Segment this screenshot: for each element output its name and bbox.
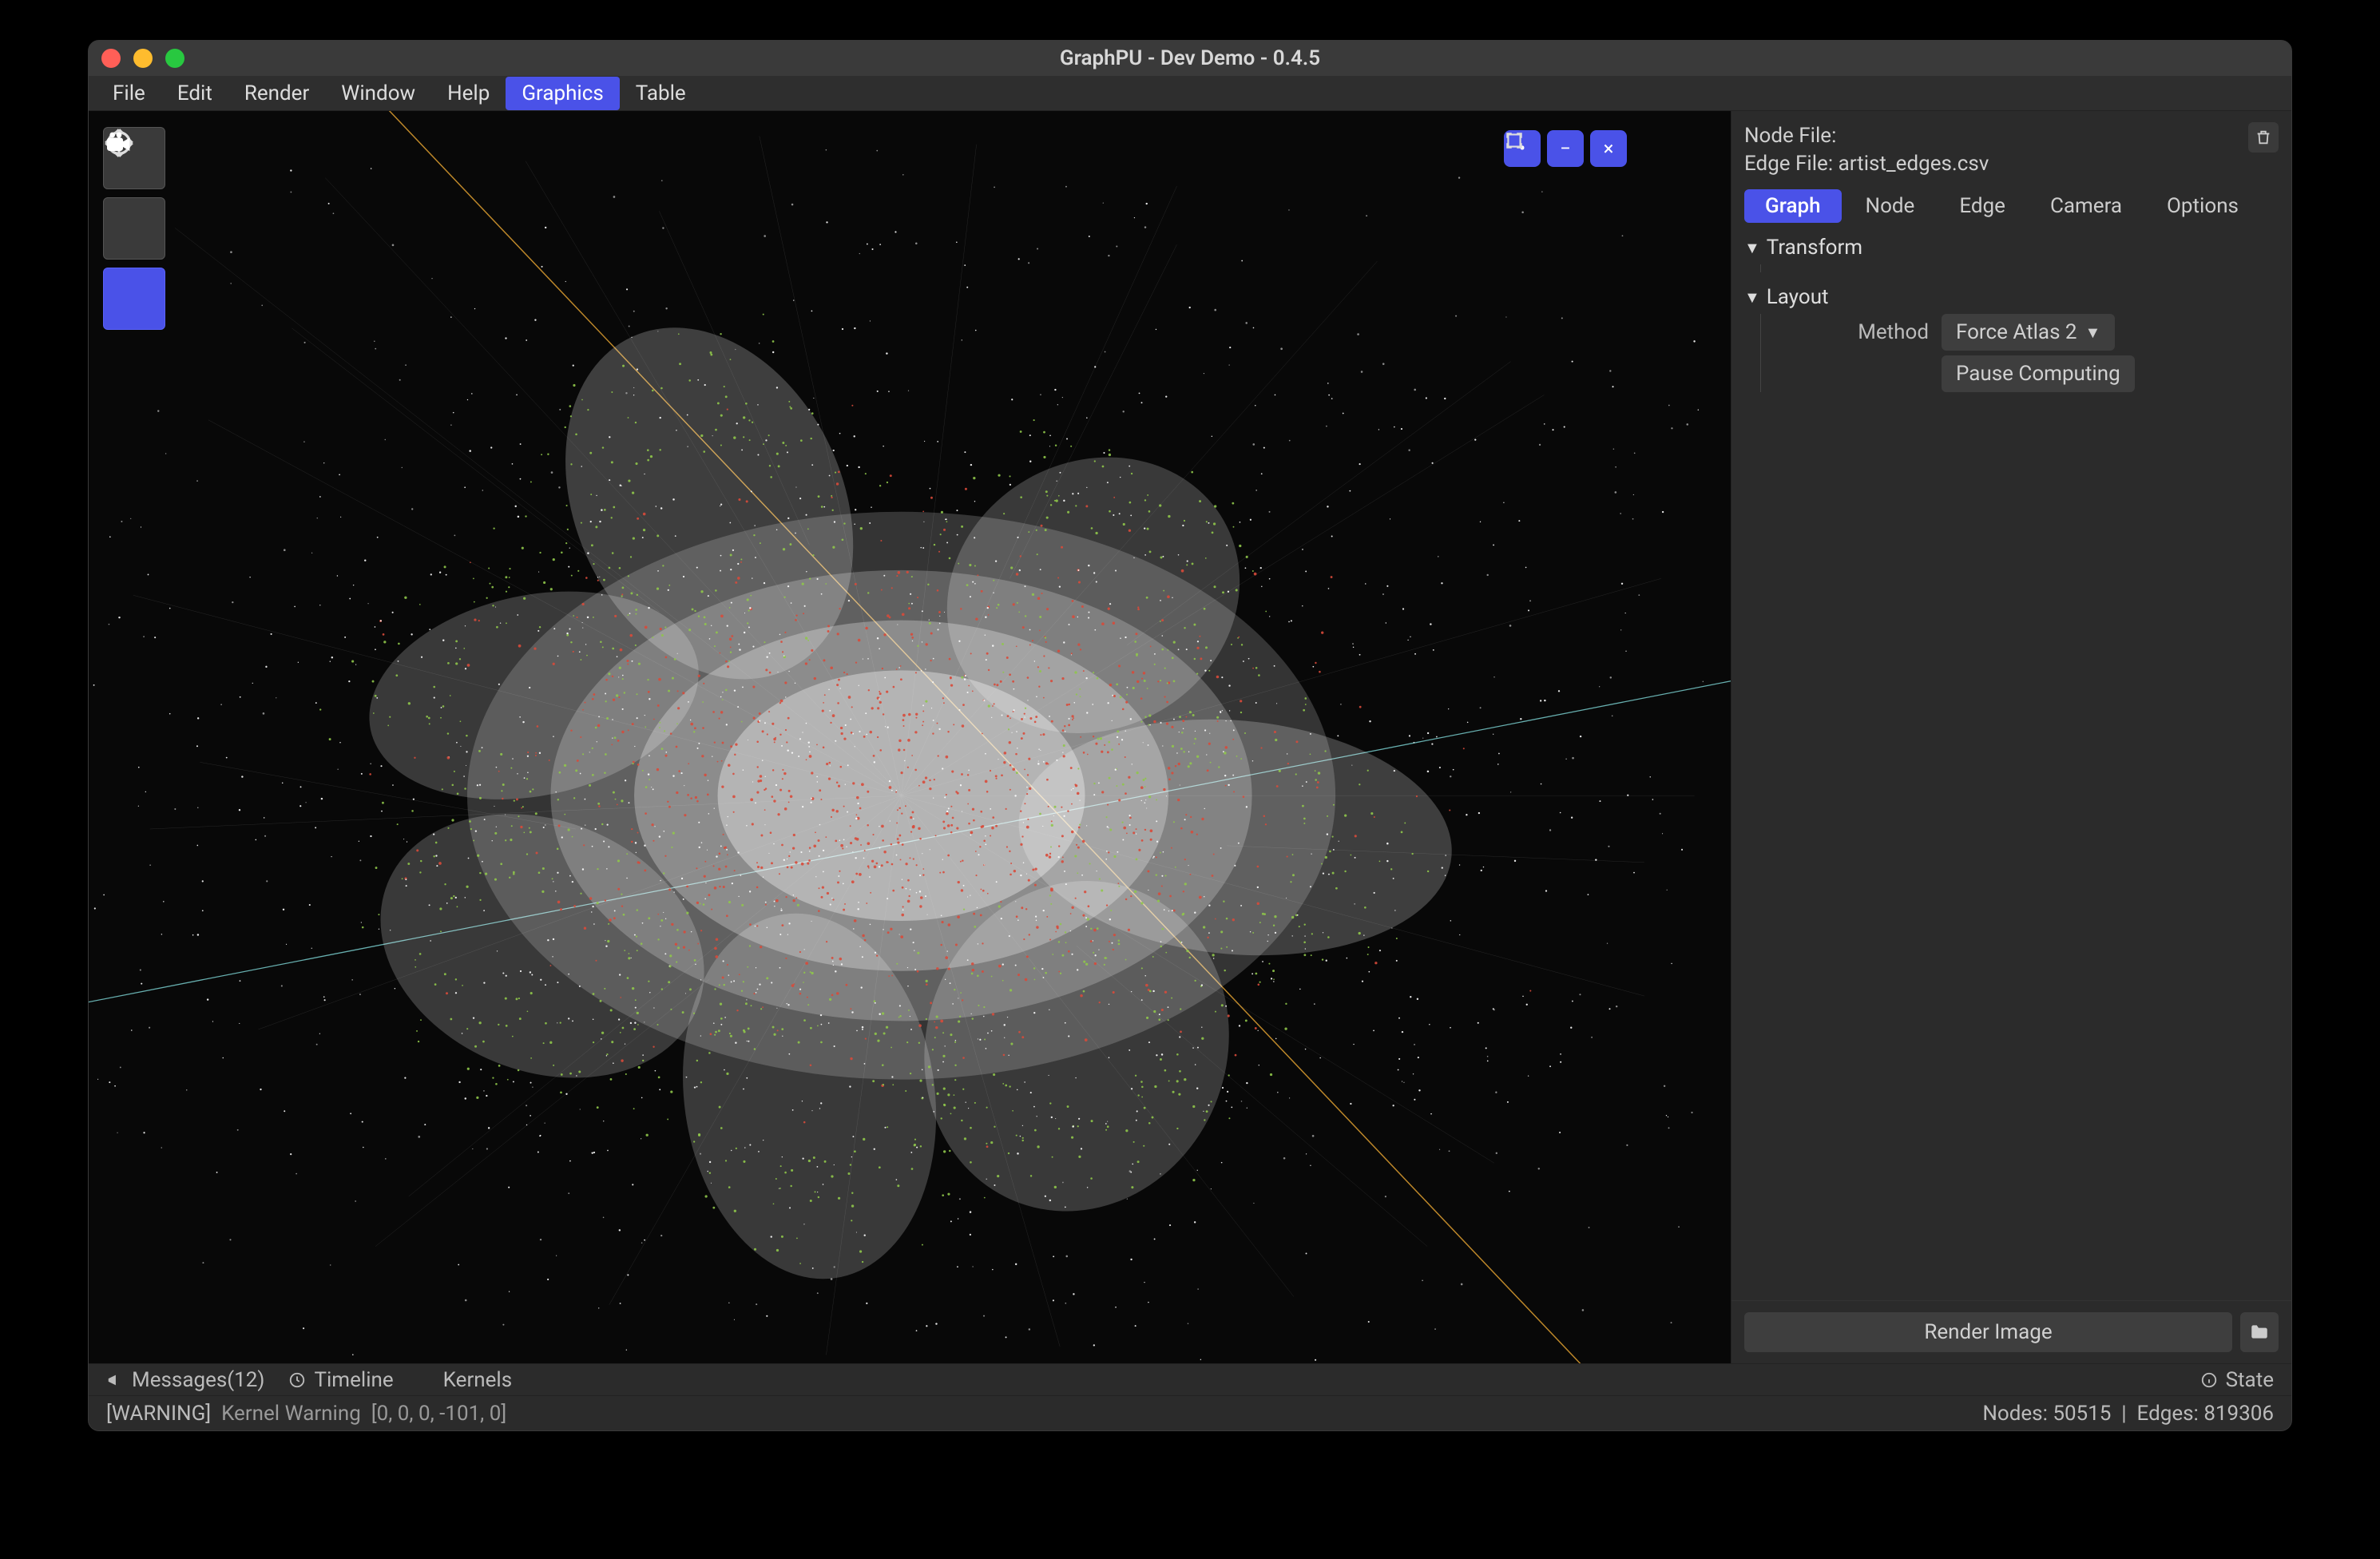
edges-count: 819306: [2203, 1402, 2274, 1426]
menu-window[interactable]: Window: [325, 77, 431, 110]
bottom-messages[interactable]: Messages(12): [106, 1368, 264, 1392]
statusbar: [WARNING] Kernel Warning [0, 0, 0, -101,…: [89, 1395, 2291, 1430]
caret-down-icon: ▼: [1744, 238, 1760, 258]
minus-icon: −: [1560, 137, 1571, 160]
menubar: File Edit Render Window Help Graphics Ta…: [89, 76, 2291, 111]
file-info: Node File: Edge File: artist_edges.csv: [1731, 111, 2291, 186]
clock-icon: [288, 1371, 306, 1389]
caret-down-icon: ▼: [1744, 288, 1760, 307]
section-layout-label: Layout: [1767, 285, 1829, 309]
menu-table[interactable]: Table: [620, 77, 702, 110]
snowflake-icon: [418, 1371, 435, 1389]
nodes-label: Nodes:: [1982, 1402, 2048, 1426]
bottom-tabs: Messages(12) Timeline Kernels State: [89, 1363, 2291, 1395]
tab-camera[interactable]: Camera: [2029, 189, 2143, 223]
titlebar: GraphPU - Dev Demo - 0.4.5: [89, 41, 2291, 76]
render-folder-button[interactable]: [2240, 1312, 2279, 1352]
minimize-icon[interactable]: [133, 49, 153, 68]
method-select[interactable]: Force Atlas 2 ▼: [1942, 314, 2115, 351]
window-icon: [1504, 130, 1525, 151]
tab-graph[interactable]: Graph: [1744, 189, 1842, 223]
inspector-body: ▼ Transform ▼ Layout Method: [1731, 226, 2291, 1300]
inspector-panel: Node File: Edge File: artist_edges.csv G…: [1731, 111, 2291, 1363]
method-value: Force Atlas 2: [1956, 320, 2077, 344]
tab-options[interactable]: Options: [2146, 189, 2259, 223]
method-label: Method: [1769, 320, 1929, 344]
tab-node[interactable]: Node: [1845, 189, 1936, 223]
section-transform-header[interactable]: ▼ Transform: [1744, 236, 2279, 260]
main-area: • − × Node File: Edge File: artis: [89, 111, 2291, 1363]
pause-computing-button[interactable]: Pause Computing: [1942, 355, 2135, 392]
traffic-lights: [101, 49, 184, 68]
bottom-timeline[interactable]: Timeline: [288, 1368, 393, 1392]
viewport[interactable]: • − ×: [89, 111, 1731, 1363]
render-row: Render Image: [1731, 1300, 2291, 1363]
warning-vector: [0, 0, 0, -101, 0]: [371, 1402, 507, 1426]
menu-edit[interactable]: Edit: [161, 77, 228, 110]
edge-file-value: artist_edges.csv: [1839, 152, 1989, 176]
camera-icon: [103, 127, 135, 159]
menu-graphics[interactable]: Graphics: [506, 77, 619, 110]
viewport-window-button[interactable]: [1676, 130, 1713, 167]
edges-label: Edges:: [2137, 1402, 2199, 1426]
tool-camera[interactable]: [103, 268, 165, 330]
status-warning: [WARNING] Kernel Warning [0, 0, 0, -101,…: [106, 1402, 506, 1426]
timeline-label: Timeline: [314, 1368, 393, 1392]
status-counts: Nodes: 50515 | Edges: 819306: [1982, 1402, 2274, 1426]
edge-file-label: Edge File:: [1744, 152, 1833, 176]
info-icon: [2200, 1371, 2218, 1389]
window-title: GraphPU - Dev Demo - 0.4.5: [89, 46, 2291, 70]
x-icon: ×: [1604, 137, 1614, 160]
viewport-top-buttons: • − ×: [1504, 130, 1713, 167]
maximize-icon[interactable]: [165, 49, 184, 68]
nodes-count: 50515: [2053, 1402, 2111, 1426]
kernels-label: Kernels: [443, 1368, 512, 1392]
close-icon[interactable]: [101, 49, 121, 68]
viewport-minus-button[interactable]: −: [1547, 130, 1584, 167]
menu-help[interactable]: Help: [431, 77, 506, 110]
delete-button[interactable]: [2248, 122, 2279, 153]
menu-file[interactable]: File: [97, 77, 161, 110]
app-window: GraphPU - Dev Demo - 0.4.5 File Edit Ren…: [88, 40, 2292, 1431]
viewport-toolbar: [103, 127, 165, 330]
section-transform-label: Transform: [1767, 236, 1862, 260]
bottom-kernels[interactable]: Kernels: [418, 1368, 512, 1392]
tab-edge[interactable]: Edge: [1938, 189, 2026, 223]
graph-canvas: [89, 111, 1731, 1363]
state-label: State: [2226, 1368, 2274, 1392]
bottom-state[interactable]: State: [2200, 1368, 2274, 1392]
messages-label: Messages(12): [132, 1368, 264, 1392]
node-file-label: Node File:: [1744, 124, 1836, 148]
warning-text: Kernel Warning: [221, 1402, 361, 1426]
section-layout-header[interactable]: ▼ Layout: [1744, 285, 2279, 309]
render-image-button[interactable]: Render Image: [1744, 1312, 2232, 1352]
inspector-tabs: Graph Node Edge Camera Options: [1731, 186, 2291, 226]
viewport-fullscreen-button[interactable]: [1633, 130, 1670, 167]
warning-tag: [WARNING]: [106, 1402, 211, 1426]
viewport-close-button[interactable]: ×: [1590, 130, 1627, 167]
menu-render[interactable]: Render: [228, 77, 325, 110]
tool-move[interactable]: [103, 197, 165, 260]
folder-icon: [2249, 1322, 2270, 1343]
trash-icon: [2255, 129, 2272, 146]
chevron-down-icon: ▼: [2085, 323, 2101, 343]
megaphone-icon: [106, 1371, 124, 1389]
